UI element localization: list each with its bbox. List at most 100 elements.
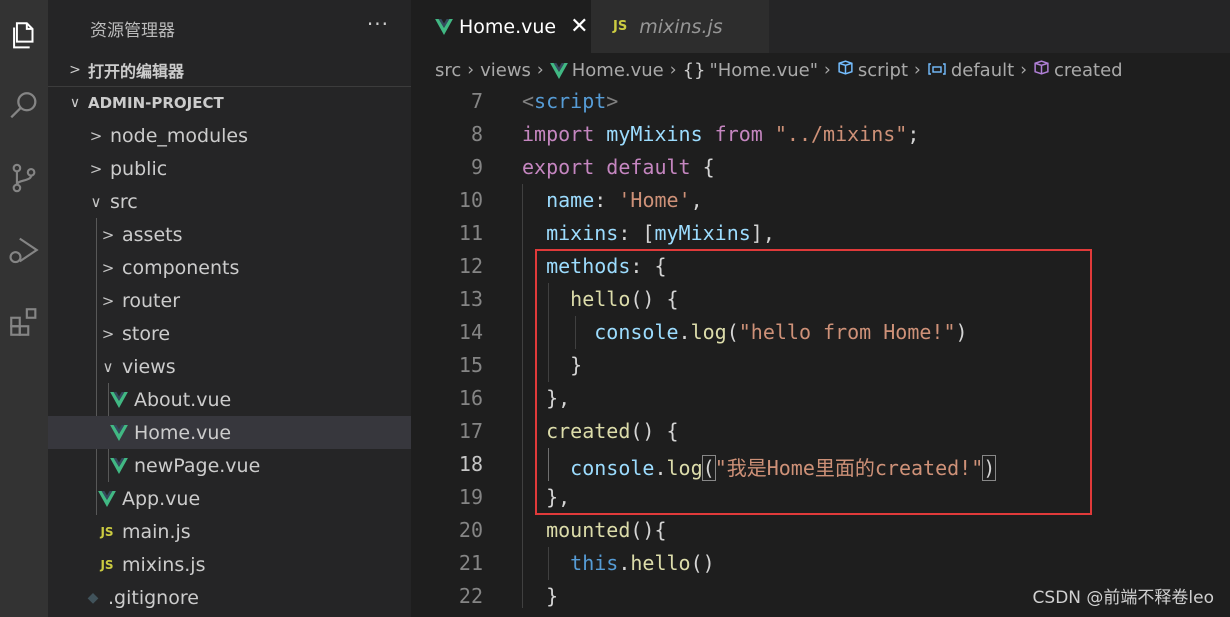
vue-file-icon (549, 60, 568, 81)
open-editors-section[interactable]: > 打开的编辑器 (48, 53, 411, 86)
code-line-21[interactable]: this.hello() (522, 551, 715, 575)
tree-item-label: .gitignore (108, 586, 199, 609)
code-line-14[interactable]: console.log("hello from Home!") (522, 320, 967, 344)
code-line-9[interactable]: export default { (522, 155, 715, 179)
chevron-right-icon: › (467, 60, 475, 80)
tree-file-mixins-js[interactable]: JS mixins.js (48, 548, 411, 581)
tree-file-home-vue[interactable]: Home.vue (48, 416, 411, 449)
code-line-19[interactable]: }, (522, 485, 570, 509)
breadcrumb-item[interactable]: views (480, 60, 531, 81)
code-token: 'Home' (618, 188, 691, 212)
tab-bar: Home.vue ✕ JS mixins.js (411, 0, 1230, 53)
more-actions-icon[interactable]: ··· (367, 12, 389, 36)
js-file-icon: JS (613, 19, 628, 34)
line-number: 10 (458, 188, 483, 212)
tree-folder-src[interactable]: ∨ src (48, 185, 411, 218)
braces-icon: {} (682, 59, 706, 81)
code-token: hello (630, 551, 691, 575)
tab-home-vue[interactable]: Home.vue ✕ (411, 0, 591, 53)
breadcrumb-item[interactable]: created (1054, 60, 1123, 81)
default-icon (927, 60, 947, 81)
explorer-title: 资源管理器 (90, 21, 175, 41)
created-icon (1033, 59, 1050, 81)
editor-area: Home.vue ✕ JS mixins.js src › views › Ho… (411, 0, 1230, 617)
code-token: console (570, 456, 655, 480)
tab-mixins-js[interactable]: JS mixins.js (591, 0, 769, 53)
code-line-13[interactable]: hello() { (522, 287, 678, 311)
tree-file-newpage-vue[interactable]: newPage.vue (48, 449, 411, 482)
explorer-icon[interactable] (4, 16, 44, 56)
code-line-15[interactable]: } (522, 353, 582, 377)
code-line-10[interactable]: name: 'Home', (522, 188, 703, 212)
chevron-right-icon: › (536, 60, 544, 80)
tree-folder-node-modules[interactable]: > node_modules (48, 119, 411, 152)
run-debug-icon[interactable] (4, 230, 44, 270)
breadcrumb-item[interactable]: default (951, 60, 1014, 81)
line-number: 13 (458, 287, 483, 311)
code-line-22[interactable]: } (522, 584, 558, 608)
line-number: 9 (470, 155, 483, 179)
code-token: import (522, 122, 595, 146)
tree-item-label: Home.vue (134, 421, 232, 444)
code-line-11[interactable]: mixins: [myMixins], (522, 221, 775, 245)
code-line-7[interactable]: <script> (522, 89, 618, 113)
tree-file-about-vue[interactable]: About.vue (48, 383, 411, 416)
tree-folder-components[interactable]: > components (48, 251, 411, 284)
activity-bar (0, 0, 48, 617)
watermark: CSDN @前端不释卷leo (1032, 588, 1214, 608)
tree-folder-assets[interactable]: > assets (48, 218, 411, 251)
tree-folder-store[interactable]: > store (48, 317, 411, 350)
code-token: "../mixins" (774, 122, 908, 146)
line-number: 16 (458, 386, 483, 410)
chevron-right-icon: > (101, 225, 115, 244)
tree-item-label: public (110, 157, 168, 180)
code-line-8[interactable]: import myMixins from "../mixins"; (522, 122, 919, 146)
vue-file-icon (108, 455, 130, 477)
chevron-right-icon: > (89, 126, 103, 145)
tree-file-gitignore[interactable]: ◆ .gitignore (48, 581, 411, 614)
line-number: 15 (458, 353, 483, 377)
breadcrumb-item[interactable]: script (858, 60, 908, 81)
js-file-icon: JS (100, 524, 114, 539)
close-icon[interactable]: ✕ (570, 14, 588, 39)
tree-item-label: components (122, 256, 240, 279)
breadcrumb-item[interactable]: src (435, 60, 461, 81)
code-token: from (714, 122, 763, 146)
project-section[interactable]: ∨ ADMIN-PROJECT (48, 86, 411, 119)
tree-file-app-vue[interactable]: App.vue (48, 482, 411, 515)
tree-folder-router[interactable]: > router (48, 284, 411, 317)
search-icon[interactable] (4, 86, 44, 126)
tree-file-main-js[interactable]: JS main.js (48, 515, 411, 548)
code-token: mixins (546, 221, 619, 245)
code-line-12[interactable]: methods: { (522, 254, 666, 278)
vue-file-icon (108, 389, 130, 411)
tree-folder-views[interactable]: ∨ views (48, 350, 411, 383)
vue-file-icon (108, 422, 130, 444)
code-token: created (546, 419, 631, 443)
code-line-16[interactable]: }, (522, 386, 570, 410)
tree-item-label: src (110, 190, 138, 213)
line-number: 12 (458, 254, 483, 278)
chevron-right-icon: > (101, 291, 115, 310)
breadcrumb-item[interactable]: Home.vue (572, 60, 664, 81)
code-line-20[interactable]: mounted(){ (522, 518, 666, 542)
source-control-icon[interactable] (4, 158, 44, 198)
tree-item-label: newPage.vue (134, 454, 261, 477)
chevron-right-icon: › (1020, 60, 1027, 80)
code-token: myMixins (654, 221, 751, 245)
line-number: 17 (458, 419, 483, 443)
code-token: hello (570, 287, 631, 311)
extensions-icon[interactable] (4, 302, 44, 342)
code-token: console (594, 320, 679, 344)
tree-item-label: views (122, 355, 176, 378)
code-line-17[interactable]: created() { (522, 419, 678, 443)
explorer-sidebar: 资源管理器 ··· > 打开的编辑器 ∨ ADMIN-PROJECT > nod… (48, 0, 411, 617)
breadcrumb-item[interactable]: "Home.vue" (709, 60, 818, 81)
line-number: 19 (458, 485, 483, 509)
chevron-right-icon: › (914, 60, 921, 80)
chevron-right-icon: > (89, 159, 103, 178)
code-token: export (522, 155, 595, 179)
code-line-18[interactable]: console.log("我是Home里面的created!") (522, 452, 997, 481)
tree-folder-public[interactable]: > public (48, 152, 411, 185)
chevron-down-icon: ∨ (90, 192, 102, 211)
